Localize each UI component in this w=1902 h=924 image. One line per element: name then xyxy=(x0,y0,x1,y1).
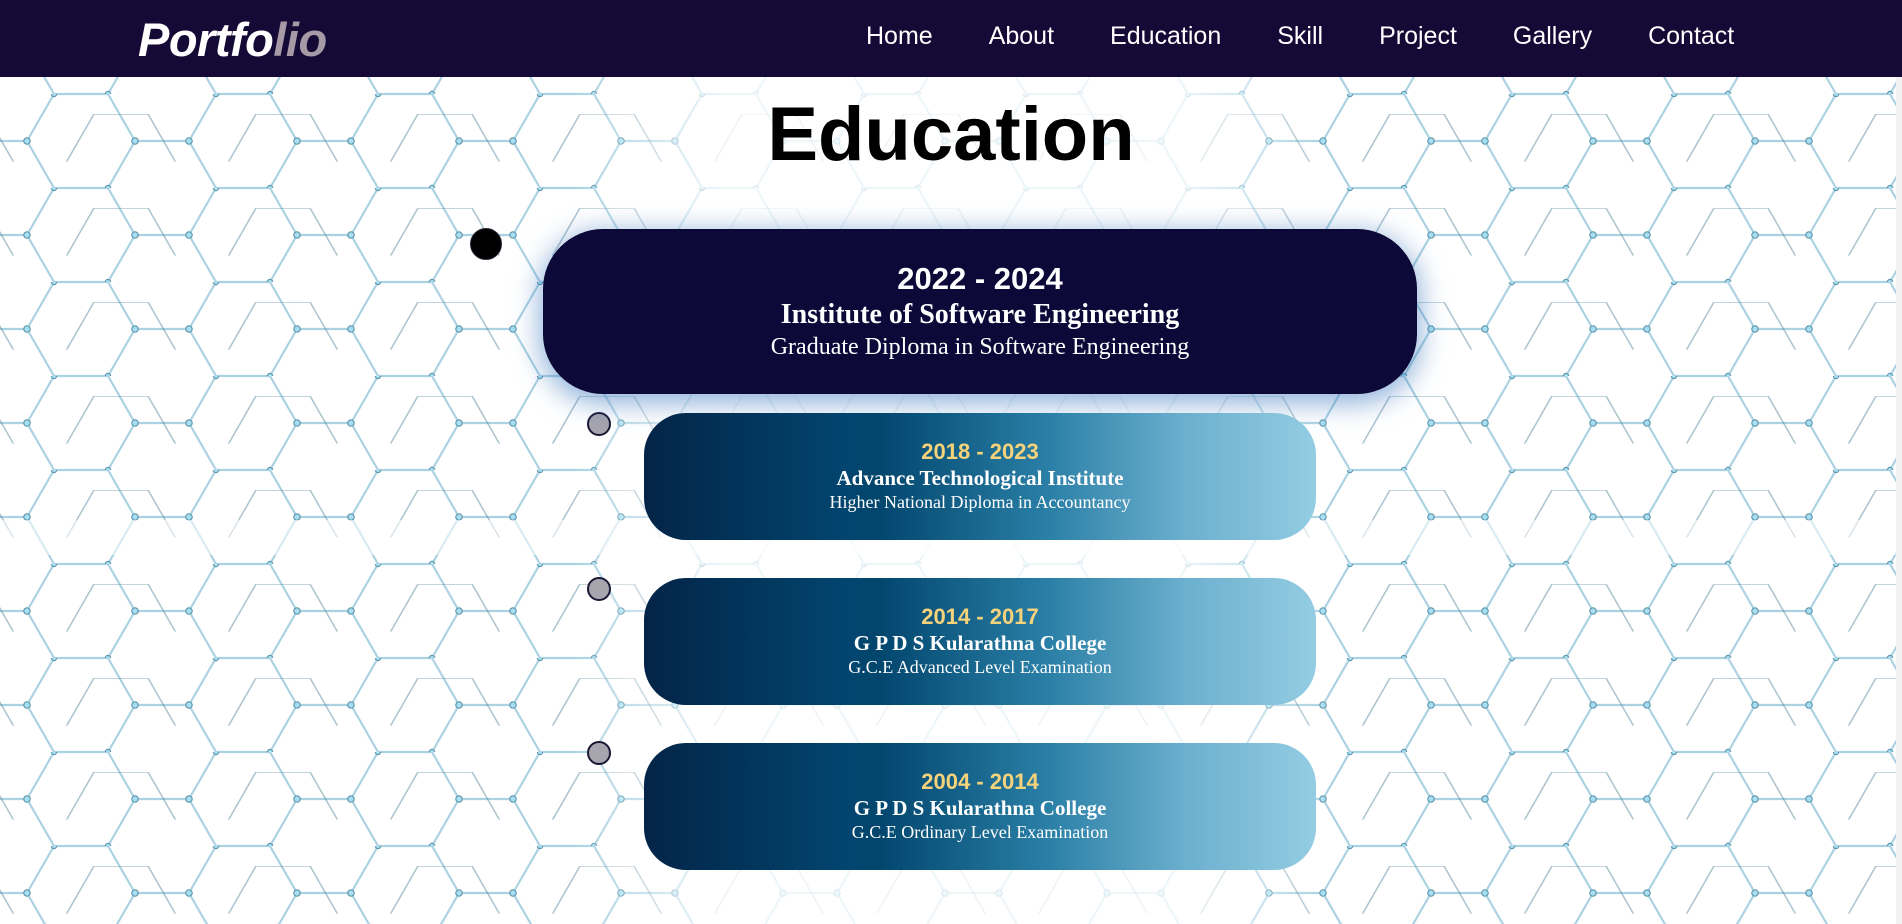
timeline-dot xyxy=(587,741,611,765)
education-institution: Advance Technological Institute xyxy=(836,466,1124,490)
education-qualification: G.C.E Advanced Level Examination xyxy=(848,657,1112,677)
nav-contact[interactable]: Contact xyxy=(1648,20,1734,52)
education-years: 2022 - 2024 xyxy=(897,261,1063,296)
timeline-dot xyxy=(587,577,611,601)
education-years: 2004 - 2014 xyxy=(921,769,1039,794)
education-institution: G P D S Kularathna College xyxy=(853,631,1107,655)
nav-project[interactable]: Project xyxy=(1379,20,1457,52)
nav-home[interactable]: Home xyxy=(866,20,933,52)
nav-gallery[interactable]: Gallery xyxy=(1513,20,1592,52)
education-card[interactable]: 2004 - 2014 G P D S Kularathna College G… xyxy=(644,743,1316,870)
navbar: Portfolio Home About Education Skill Pro… xyxy=(0,0,1902,77)
education-institution: G P D S Kularathna College xyxy=(853,796,1107,820)
education-years: 2014 - 2017 xyxy=(921,604,1039,629)
section-title: Education xyxy=(767,92,1135,177)
education-institution: Institute of Software Engineering xyxy=(780,299,1180,330)
nav-education[interactable]: Education xyxy=(1110,20,1221,52)
timeline-dot-active xyxy=(470,228,502,260)
education-card[interactable]: 2014 - 2017 G P D S Kularathna College G… xyxy=(644,578,1316,705)
education-years: 2018 - 2023 xyxy=(921,439,1039,464)
education-qualification: G.C.E Ordinary Level Examination xyxy=(851,822,1109,842)
nav-skill[interactable]: Skill xyxy=(1277,20,1323,52)
timeline-dot xyxy=(587,412,611,436)
education-card-featured[interactable]: 2022 - 2024 Institute of Software Engine… xyxy=(543,229,1417,394)
logo-text-accent: lio xyxy=(273,13,327,66)
nav-about[interactable]: About xyxy=(989,20,1054,52)
logo-text-primary: Portfo xyxy=(138,13,274,66)
education-card[interactable]: 2018 - 2023 Advance Technological Instit… xyxy=(644,413,1316,540)
logo[interactable]: Portfolio xyxy=(138,14,327,66)
main-nav: Home About Education Skill Project Galle… xyxy=(866,20,1734,52)
education-qualification: Higher National Diploma in Accountancy xyxy=(829,492,1131,512)
education-qualification: Graduate Diploma in Software Engineering xyxy=(770,334,1190,360)
